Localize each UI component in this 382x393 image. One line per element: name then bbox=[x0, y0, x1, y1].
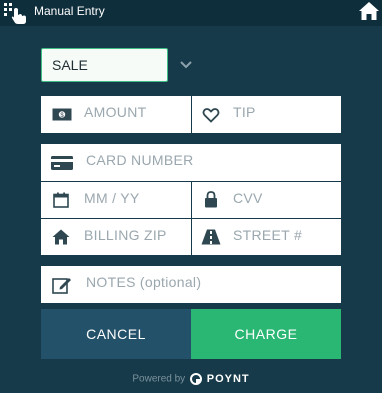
calendar-icon bbox=[53, 192, 69, 208]
powered-by-footer: Powered by POYNT bbox=[0, 373, 382, 385]
home-address-icon bbox=[52, 229, 70, 245]
lock-icon bbox=[205, 191, 217, 208]
chevron-down-icon[interactable] bbox=[179, 60, 193, 70]
amount-field[interactable]: $ AMOUNT bbox=[41, 96, 191, 133]
transaction-type-select[interactable]: SALE bbox=[41, 48, 168, 82]
edit-note-icon bbox=[52, 278, 71, 294]
cvv-field[interactable]: CVV bbox=[192, 182, 341, 218]
poynt-brand: POYNT bbox=[206, 373, 250, 385]
billing-zip-field[interactable]: BILLING ZIP bbox=[41, 219, 191, 255]
poynt-logo-icon bbox=[189, 373, 202, 385]
notes-field[interactable]: NOTES (optional) bbox=[41, 266, 341, 303]
card-number-field[interactable]: CARD NUMBER bbox=[41, 144, 341, 181]
cancel-button[interactable]: CANCEL bbox=[41, 309, 191, 359]
cash-icon: $ bbox=[52, 108, 72, 121]
card-number-placeholder: CARD NUMBER bbox=[86, 152, 194, 168]
cvv-placeholder: CVV bbox=[233, 190, 263, 206]
expiry-field[interactable]: MM / YY bbox=[41, 182, 191, 218]
street-field[interactable]: STREET # bbox=[192, 219, 341, 255]
tip-field[interactable]: TIP bbox=[192, 96, 341, 133]
touch-hand-grid-icon bbox=[4, 3, 26, 24]
app-title: Manual Entry bbox=[34, 4, 105, 18]
credit-card-icon bbox=[51, 156, 73, 170]
powered-by-label: Powered by bbox=[132, 373, 186, 385]
tip-placeholder: TIP bbox=[233, 104, 256, 120]
charge-button[interactable]: CHARGE bbox=[191, 309, 341, 359]
road-icon bbox=[201, 229, 221, 245]
home-icon[interactable] bbox=[358, 1, 380, 21]
heart-icon bbox=[202, 108, 220, 123]
street-placeholder: STREET # bbox=[233, 227, 303, 243]
expiry-placeholder: MM / YY bbox=[84, 190, 140, 206]
top-bar: Manual Entry bbox=[0, 0, 382, 26]
amount-placeholder: AMOUNT bbox=[84, 104, 147, 120]
notes-placeholder: NOTES (optional) bbox=[86, 274, 202, 290]
billing-zip-placeholder: BILLING ZIP bbox=[84, 227, 167, 243]
